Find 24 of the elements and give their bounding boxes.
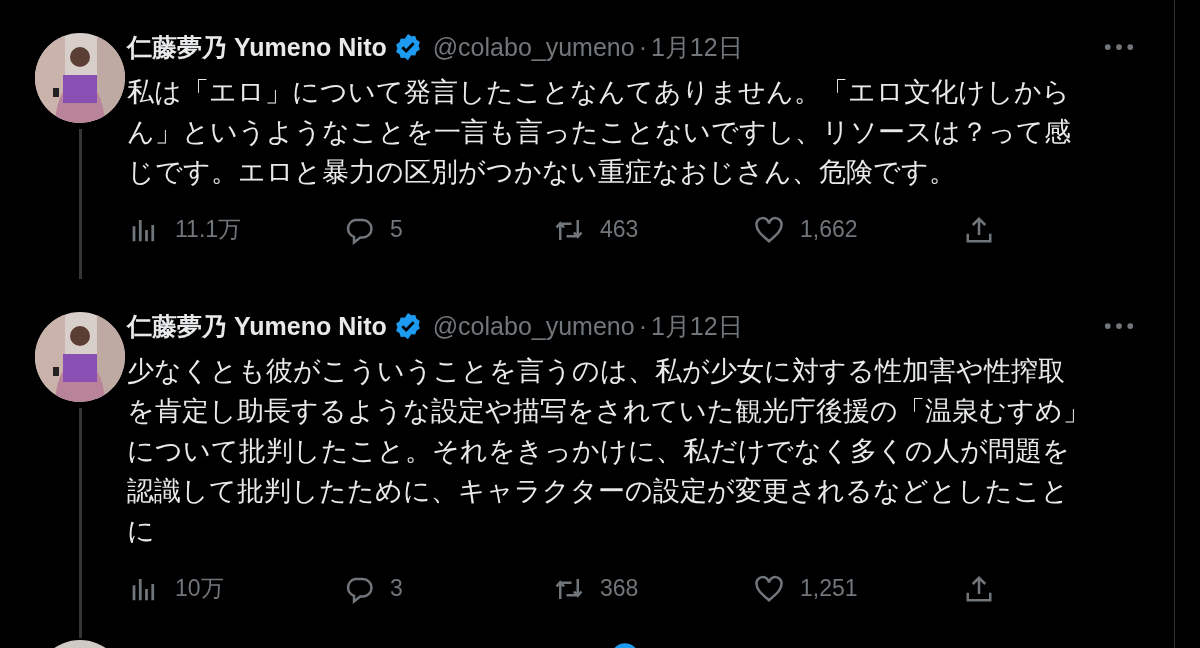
tweet-date[interactable]: 1月12日 xyxy=(650,30,743,64)
separator-dot: · xyxy=(638,32,647,62)
tweet-text: 少なくとも彼がこういうことを言うのは、私が少女に対する性加害や性搾取を肯定し助長するような設定や描写をされていた観光庁後援の「温泉むすめ」について批判したこと。それをきっかけに、私だけでなく多くの人が問題を認識して批判したために、キャラクターの設定が変更されるなどとしたことに xyxy=(127,355,1091,548)
view-count: 10万 xyxy=(175,574,224,603)
user-handle[interactable]: @colabo_yumeno xyxy=(432,311,635,341)
separator-dot: · xyxy=(638,311,647,341)
retweet-count: 368 xyxy=(600,575,639,602)
tweet-date[interactable]: 1月12日 xyxy=(650,309,743,343)
share-icon[interactable] xyxy=(964,214,994,245)
like-count: 1,251 xyxy=(800,575,858,602)
more-icon[interactable] xyxy=(1104,322,1134,330)
reply-count: 5 xyxy=(390,216,403,243)
heart-icon[interactable] xyxy=(754,214,784,245)
user-name[interactable]: 仁藤夢乃 Yumeno Nito xyxy=(127,309,387,343)
retweet-count: 463 xyxy=(600,216,639,243)
heart-icon[interactable] xyxy=(754,573,784,604)
user-handle[interactable]: @colabo_yumeno xyxy=(432,32,635,62)
view-count: 11.1万 xyxy=(175,215,242,244)
share-icon[interactable] xyxy=(964,573,994,604)
tweet-text: 私は「エロ」について発言したことなんてありません。「エロ文化けしからん」というようなことを一言も言ったことないですし、リソースは？って感じです。エロと暴力の区別がつかない重症なおじさん、危険です。 xyxy=(127,76,1072,189)
user-name[interactable]: 仁藤夢乃 Yumeno Nito xyxy=(127,30,387,64)
more-icon[interactable] xyxy=(1104,43,1134,51)
reply-count: 3 xyxy=(390,575,403,602)
like-count: 1,662 xyxy=(800,216,858,243)
